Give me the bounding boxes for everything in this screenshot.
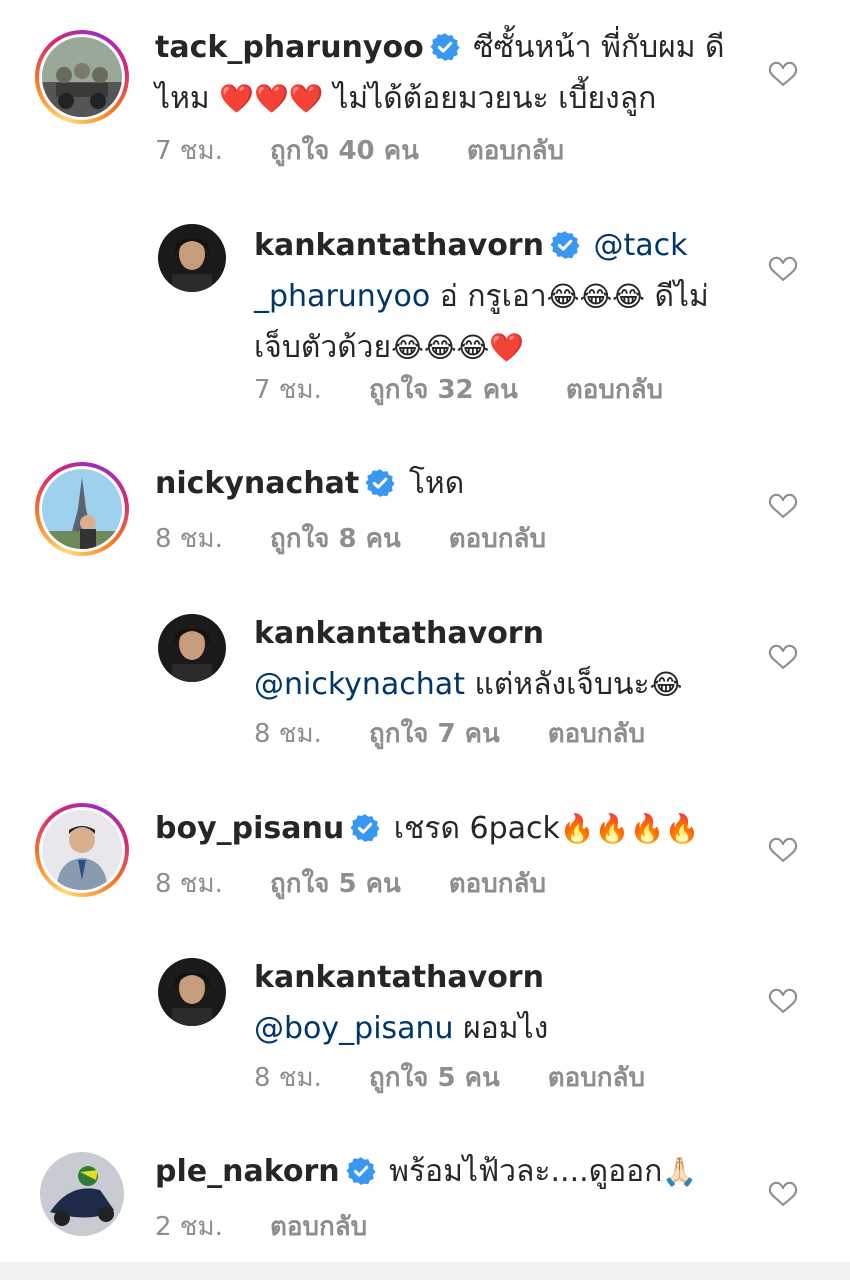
comment-meta: 8 ชม. ถูกใจ 8 คน ตอบกลับ bbox=[155, 518, 546, 559]
timestamp: 8 ชม. bbox=[254, 1063, 322, 1093]
avatar-story-ring[interactable] bbox=[35, 803, 129, 897]
avatar[interactable] bbox=[158, 224, 226, 292]
comment-text: boy_pisanu เชรด 6pack🔥🔥🔥🔥 bbox=[155, 803, 735, 854]
likes-count[interactable]: ถูกใจ 5 คน bbox=[369, 1057, 500, 1098]
bottom-divider bbox=[0, 1262, 850, 1280]
avatar bbox=[42, 469, 122, 549]
username[interactable]: kankantathavorn bbox=[254, 228, 544, 263]
emoji: 😂 bbox=[649, 668, 683, 701]
timestamp: 8 ชม. bbox=[155, 869, 223, 899]
like-heart-icon[interactable] bbox=[768, 1179, 798, 1209]
likes-count[interactable]: ถูกใจ 5 คน bbox=[270, 863, 401, 904]
timestamp: 8 ชม. bbox=[155, 524, 223, 554]
timestamp: 8 ชม. bbox=[254, 719, 322, 749]
reply-button[interactable]: ตอบกลับ bbox=[449, 518, 546, 559]
emoji: 😂😂😂❤️ bbox=[391, 331, 525, 364]
comment-text: kankantathavorn @nickynachat แต่หลังเจ็บ… bbox=[254, 608, 734, 710]
avatar bbox=[42, 810, 122, 890]
username[interactable]: boy_pisanu bbox=[155, 811, 344, 846]
mention-link[interactable]: @boy_pisanu bbox=[254, 1011, 454, 1046]
emoji: 🙏🏻 bbox=[662, 1155, 698, 1188]
likes-count[interactable]: ถูกใจ 32 คน bbox=[369, 369, 518, 410]
username[interactable]: ple_nakorn bbox=[155, 1154, 340, 1189]
like-heart-icon[interactable] bbox=[768, 254, 798, 284]
verified-badge-icon bbox=[430, 32, 460, 62]
comment-meta: 8 ชม. ถูกใจ 7 คน ตอบกลับ bbox=[254, 713, 645, 754]
like-heart-icon[interactable] bbox=[768, 986, 798, 1016]
mention-link[interactable]: _pharunyoo bbox=[254, 279, 430, 314]
reply-button[interactable]: ตอบกลับ bbox=[467, 130, 564, 171]
avatar-story-ring[interactable] bbox=[35, 30, 129, 124]
comment-text: ple_nakorn พร้อมไฟ้วละ....ดูออก🙏🏻 bbox=[155, 1146, 735, 1197]
likes-count[interactable]: ถูกใจ 40 คน bbox=[270, 130, 419, 171]
comment-body: อ่ กรูเอา bbox=[430, 279, 547, 314]
username[interactable]: kankantathavorn bbox=[254, 960, 544, 995]
reply-button[interactable]: ตอบกลับ bbox=[449, 863, 546, 904]
comment-text: tack_pharunyoo ซีซั้นหน้า พี่กับผม ดี ไห… bbox=[155, 22, 735, 124]
emoji: ❤️❤️❤️ bbox=[219, 82, 324, 115]
timestamp: 2 ชม. bbox=[155, 1212, 223, 1242]
verified-badge-icon bbox=[350, 813, 380, 843]
comment-body: ผอมไง bbox=[453, 1011, 549, 1046]
username[interactable]: kankantathavorn bbox=[254, 616, 544, 651]
like-heart-icon[interactable] bbox=[768, 835, 798, 865]
likes-count[interactable]: ถูกใจ 8 คน bbox=[270, 518, 401, 559]
comment-body: ไหม bbox=[155, 81, 220, 116]
avatar-story-ring[interactable] bbox=[35, 462, 129, 556]
comment-text: kankantathavorn @boy_pisanu ผอมไง bbox=[254, 952, 734, 1054]
comment-meta: 7 ชม. ถูกใจ 32 คน ตอบกลับ bbox=[254, 369, 663, 410]
emoji: 🔥🔥🔥🔥 bbox=[559, 812, 700, 845]
comment-body: ซีซั้นหน้า พี่กับผม ดี bbox=[473, 30, 725, 65]
comment-meta: 2 ชม. ตอบกลับ bbox=[155, 1206, 367, 1247]
like-heart-icon[interactable] bbox=[768, 491, 798, 521]
comment-meta: 7 ชม. ถูกใจ 40 คน ตอบกลับ bbox=[155, 130, 564, 171]
like-heart-icon[interactable] bbox=[768, 59, 798, 89]
reply-button[interactable]: ตอบกลับ bbox=[548, 1057, 645, 1098]
likes-count[interactable]: ถูกใจ 7 คน bbox=[369, 713, 500, 754]
emoji: 😂😂😂 bbox=[546, 280, 645, 313]
comment-body: เชรด 6pack bbox=[393, 811, 560, 846]
comment-text: kankantathavorn @tack _pharunyoo อ่ กรูเ… bbox=[254, 220, 734, 373]
verified-badge-icon bbox=[346, 1156, 376, 1186]
comment-body: ดีไม่ bbox=[644, 279, 709, 314]
comment-body: แต่หลังเจ็บนะ bbox=[464, 667, 650, 702]
username[interactable]: nickynachat bbox=[155, 466, 359, 501]
mention-link[interactable]: @nickynachat bbox=[254, 667, 465, 702]
reply-button[interactable]: ตอบกลับ bbox=[548, 713, 645, 754]
avatar bbox=[42, 37, 122, 117]
timestamp: 7 ชม. bbox=[155, 136, 223, 166]
verified-badge-icon bbox=[365, 468, 395, 498]
username[interactable]: tack_pharunyoo bbox=[155, 30, 424, 65]
comment-body: เจ็บตัวด้วย bbox=[254, 330, 392, 365]
timestamp: 7 ชม. bbox=[254, 375, 322, 405]
reply-button[interactable]: ตอบกลับ bbox=[566, 369, 663, 410]
verified-badge-icon bbox=[550, 230, 580, 260]
comment-meta: 8 ชม. ถูกใจ 5 คน ตอบกลับ bbox=[254, 1057, 645, 1098]
comment-meta: 8 ชม. ถูกใจ 5 คน ตอบกลับ bbox=[155, 863, 546, 904]
avatar[interactable] bbox=[40, 1152, 124, 1236]
comment-text: nickynachat โหด bbox=[155, 458, 735, 509]
comment-body: โหด bbox=[408, 466, 465, 501]
avatar[interactable] bbox=[158, 614, 226, 682]
reply-button[interactable]: ตอบกลับ bbox=[270, 1206, 367, 1247]
avatar[interactable] bbox=[158, 958, 226, 1026]
comment-body: ไม่ได้ต้อยมวยนะ เบี้ยงลูก bbox=[323, 81, 657, 116]
mention-link[interactable]: @tack bbox=[594, 228, 688, 263]
comment-body: พร้อมไฟ้วละ....ดูออก bbox=[389, 1154, 663, 1189]
like-heart-icon[interactable] bbox=[768, 642, 798, 672]
